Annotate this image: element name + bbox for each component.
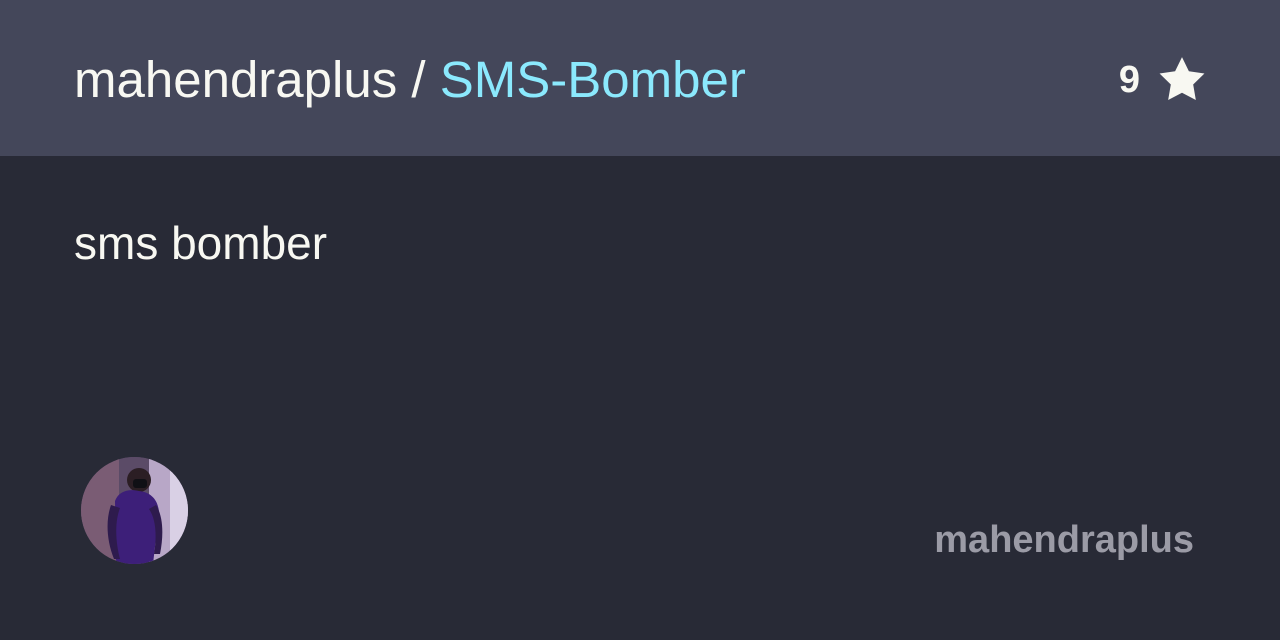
repository-description: sms bomber: [74, 217, 328, 269]
avatar-bright-strip: [170, 457, 188, 564]
card-header: mahendraplus / SMS-Bomber 9: [0, 0, 1280, 156]
footer-username: mahendraplus: [934, 519, 1194, 561]
avatar-image: [81, 457, 188, 564]
avatar-mask: [133, 479, 147, 488]
avatar[interactable]: [81, 457, 188, 564]
repository-title: mahendraplus / SMS-Bomber: [74, 48, 746, 112]
star-icon: [1159, 57, 1205, 100]
repository-name-link[interactable]: SMS-Bomber: [440, 51, 746, 108]
owner-repo-separator: /: [411, 51, 426, 108]
star-count: 9: [1118, 59, 1140, 101]
avatar-torso: [115, 490, 159, 564]
star-counter[interactable]: 9: [1119, 50, 1210, 110]
repository-owner-link[interactable]: mahendraplus: [74, 51, 397, 108]
repository-card: mahendraplus / SMS-Bomber 9 sms bomber m…: [0, 0, 1280, 640]
